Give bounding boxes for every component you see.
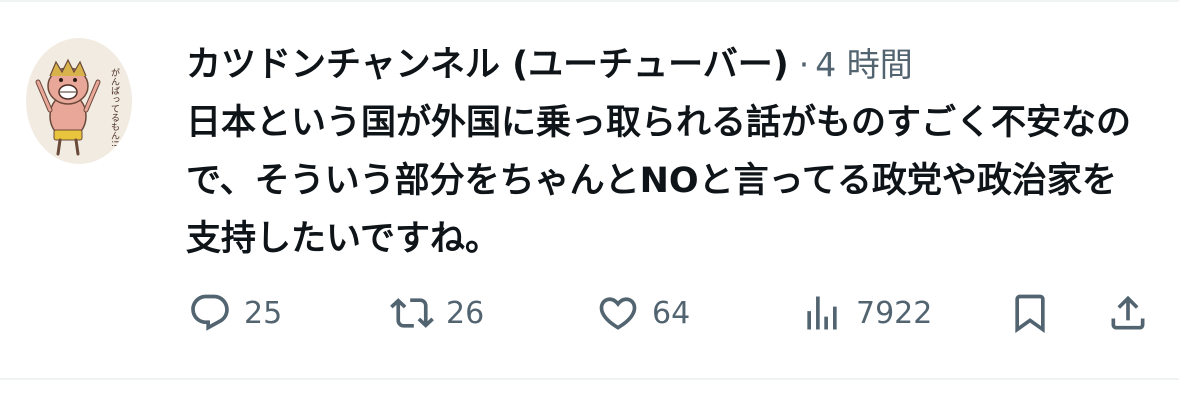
retweet-icon (390, 298, 434, 328)
views-chart-icon (807, 296, 837, 330)
views-button[interactable]: 7922 (800, 288, 932, 338)
reply-count: 25 (244, 295, 283, 331)
top-divider (0, 0, 1179, 2)
views-count: 7922 (856, 295, 933, 331)
reply-button[interactable]: 25 (188, 288, 282, 338)
like-button[interactable]: 64 (596, 288, 690, 338)
avatar-handwritten-text: がんばってるもん!! (109, 67, 120, 147)
reply-icon (191, 294, 229, 331)
share-icon (1111, 295, 1145, 330)
share-button[interactable] (1106, 288, 1150, 338)
tweet-content: カツドンチャンネル (ユーチューバー) · 4 時間 日本という国が外国に乗っ取… (186, 36, 1146, 268)
display-name[interactable]: カツドンチャンネル (ユーチューバー) (186, 36, 789, 87)
avatar[interactable]: がんばってるもん!! (26, 38, 132, 164)
bottom-divider (0, 378, 1179, 380)
heart-icon (599, 297, 637, 330)
timestamp[interactable]: 4 時間 (815, 38, 913, 86)
avatar-illustration: がんばってるもん!! (35, 58, 120, 156)
bookmark-button[interactable] (1008, 288, 1052, 338)
separator-dot: · (798, 45, 810, 84)
action-bar: 25 26 64 7922 (186, 288, 1146, 338)
retweet-count: 26 (446, 295, 485, 331)
retweet-button[interactable]: 26 (390, 288, 484, 338)
like-count: 64 (652, 295, 691, 331)
tweet-text: 日本という国が外国に乗っ取られる話がものすごく不安なので、そういう部分をちゃんと… (186, 103, 1132, 259)
bookmark-icon (1015, 294, 1045, 334)
tweet-header: カツドンチャンネル (ユーチューバー) · 4 時間 (186, 36, 1146, 88)
